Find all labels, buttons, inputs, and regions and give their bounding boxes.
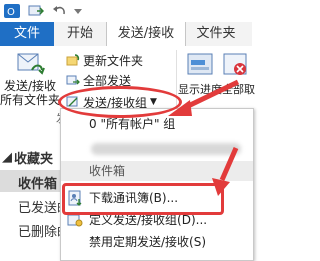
annotation-arrows [168,79,240,196]
annotation-arrow-2 [219,146,239,182]
annotation-arrowhead-2 [212,178,230,196]
annotation-arrowhead-1 [168,100,192,116]
annotation-arrow-1 [182,79,240,111]
